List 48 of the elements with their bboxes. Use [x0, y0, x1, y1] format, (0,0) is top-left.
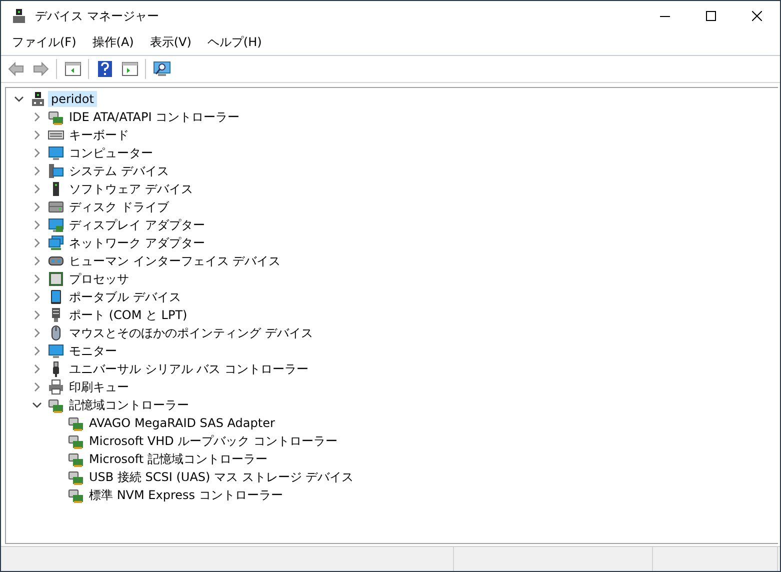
monitor-icon: [48, 145, 64, 161]
tree-item[interactable]: ユニバーサル シリアル バス コントローラー: [66, 360, 312, 378]
tree-item[interactable]: キーボード: [66, 126, 132, 144]
tree-item[interactable]: AVAGO MegaRAID SAS Adapter: [86, 415, 278, 431]
monitor-icon: [48, 343, 64, 359]
tablet-icon: [48, 289, 64, 305]
tree-item[interactable]: USB 接続 SCSI (UAS) マス ストレージ デバイス: [86, 468, 357, 486]
window-title: デバイス マネージャー: [35, 8, 159, 24]
controller-card-icon: [68, 415, 84, 431]
tree-item[interactable]: ディスク ドライブ: [66, 198, 172, 216]
menu-item[interactable]: ファイル(F): [4, 32, 84, 52]
computer-monitor-icon: [48, 163, 64, 179]
tree-item[interactable]: ディスプレイ アダプター: [66, 216, 208, 234]
tree-item[interactable]: マウスとそのほかのポインティング デバイス: [66, 324, 316, 342]
menu-item[interactable]: 表示(V): [142, 32, 200, 52]
menu-item[interactable]: 操作(A): [84, 32, 142, 52]
tree-item[interactable]: 記憶域コントローラー: [66, 396, 192, 414]
tree-item[interactable]: ポート (COM と LPT): [66, 306, 190, 324]
tree-item[interactable]: IDE ATA/ATAPI コントローラー: [66, 108, 243, 126]
tree-item[interactable]: 標準 NVM Express コントローラー: [86, 486, 286, 504]
printer-icon: [48, 379, 64, 395]
tree-item[interactable]: システム デバイス: [66, 162, 172, 180]
tree-item[interactable]: peridot: [48, 91, 97, 107]
display-card-icon: [48, 217, 64, 233]
computer-icon: [30, 91, 46, 107]
tree-item[interactable]: Microsoft 記憶域コントローラー: [86, 450, 270, 468]
tree-item[interactable]: ソフトウェア デバイス: [66, 180, 196, 198]
controller-card-icon: [68, 451, 84, 467]
tree-item[interactable]: 印刷キュー: [66, 378, 132, 396]
tree-item[interactable]: モニター: [66, 342, 120, 360]
tree-item[interactable]: ポータブル デバイス: [66, 288, 184, 306]
tree-item[interactable]: コンピューター: [66, 144, 156, 162]
controller-card-icon: [68, 487, 84, 503]
maximize-icon: [706, 11, 716, 21]
tree-item[interactable]: プロセッサ: [66, 270, 132, 288]
controller-card-icon: [48, 109, 64, 125]
controller-card-icon: [68, 433, 84, 449]
network-icon: [48, 235, 64, 251]
tree-item[interactable]: ヒューマン インターフェイス デバイス: [66, 252, 284, 270]
menu-item[interactable]: ヘルプ(H): [199, 32, 270, 52]
tree-item[interactable]: Microsoft VHD ループバック コントローラー: [86, 432, 341, 450]
app-icon: [11, 8, 27, 24]
controller-card-icon: [48, 397, 64, 413]
tree-item[interactable]: ネットワーク アダプター: [66, 234, 208, 252]
chip-icon: [48, 271, 64, 287]
disk-drive-icon: [48, 199, 64, 215]
controller-card-icon: [68, 469, 84, 485]
close-icon: [752, 11, 762, 21]
